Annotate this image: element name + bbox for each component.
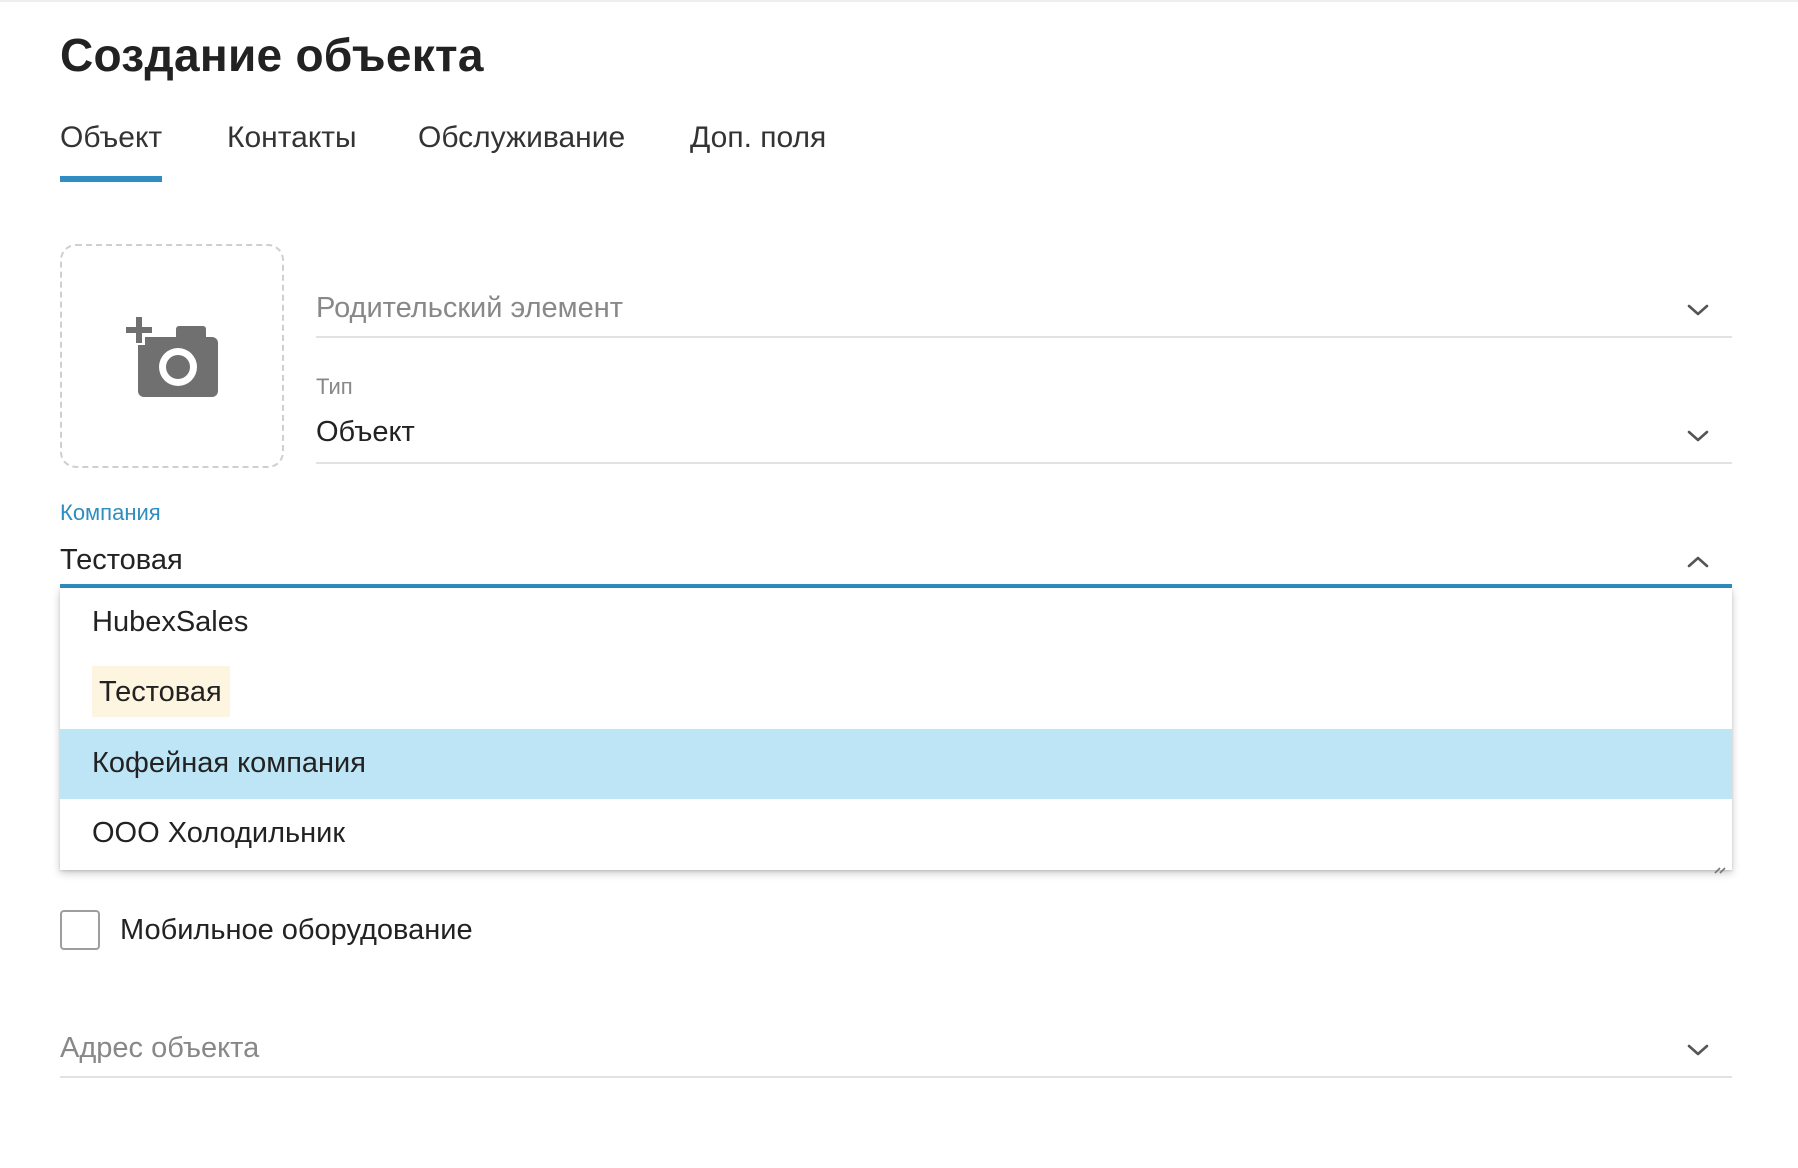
company-label: Компания bbox=[60, 500, 161, 525]
tab-label: Доп. поля bbox=[690, 121, 827, 154]
chevron-down-icon bbox=[1687, 430, 1709, 442]
mobile-equipment-checkbox[interactable] bbox=[60, 910, 100, 950]
company-select[interactable]: Компания Тестовая bbox=[60, 494, 1732, 588]
page-title: Создание объекта bbox=[60, 29, 484, 81]
mobile-equipment-checkbox-row[interactable]: Мобильное оборудование bbox=[60, 910, 660, 952]
option-label: ООО Холодильник bbox=[92, 817, 346, 849]
tab-extra-fields[interactable]: Доп. поля bbox=[690, 118, 826, 182]
type-value: Объект bbox=[316, 416, 415, 448]
company-value: Тестовая bbox=[60, 544, 183, 576]
type-label: Тип bbox=[316, 374, 353, 399]
field-underline bbox=[60, 1076, 1732, 1078]
address-select[interactable]: Адрес объекта bbox=[60, 1020, 1732, 1078]
option-label: Тестовая bbox=[92, 666, 230, 717]
dropdown-option-selected[interactable]: Тестовая bbox=[60, 658, 1732, 728]
field-underline bbox=[316, 462, 1732, 464]
tab-label: Обслуживание bbox=[418, 121, 626, 154]
address-placeholder: Адрес объекта bbox=[60, 1032, 260, 1064]
mobile-equipment-label: Мобильное оборудование bbox=[120, 914, 473, 946]
chevron-up-icon bbox=[1687, 556, 1709, 568]
chevron-down-icon bbox=[1687, 304, 1709, 316]
tab-maintenance[interactable]: Обслуживание bbox=[418, 118, 625, 182]
tab-label: Объект bbox=[60, 121, 163, 154]
tab-contacts[interactable]: Контакты bbox=[227, 118, 357, 182]
chevron-down-icon bbox=[1687, 1044, 1709, 1056]
tab-object[interactable]: Объект bbox=[60, 118, 162, 182]
parent-element-select[interactable]: Родительский элемент bbox=[316, 276, 1732, 338]
tab-bar: Объект Контакты Обслуживание Доп. поля bbox=[60, 118, 1728, 182]
option-label: HubexSales bbox=[92, 606, 249, 638]
parent-element-placeholder: Родительский элемент bbox=[316, 292, 624, 324]
dropdown-option[interactable]: HubexSales bbox=[60, 588, 1732, 658]
add-photo-icon bbox=[124, 315, 218, 397]
top-divider bbox=[0, 0, 1798, 2]
tab-label: Контакты bbox=[227, 121, 357, 154]
active-tab-indicator bbox=[60, 176, 162, 182]
dropdown-option-highlighted[interactable]: Кофейная компания bbox=[60, 729, 1732, 799]
dropdown-option[interactable]: ООО Холодильник bbox=[60, 799, 1732, 869]
photo-upload[interactable] bbox=[60, 244, 284, 468]
option-label: Кофейная компания bbox=[92, 747, 366, 779]
field-underline bbox=[316, 336, 1732, 338]
resize-handle-icon[interactable] bbox=[1713, 862, 1729, 874]
create-object-page: Создание объекта Объект Контакты Обслужи… bbox=[0, 0, 1798, 1168]
company-dropdown: HubexSales Тестовая Кофейная компания ОО… bbox=[60, 588, 1732, 870]
type-select[interactable]: Тип Объект bbox=[316, 368, 1732, 464]
